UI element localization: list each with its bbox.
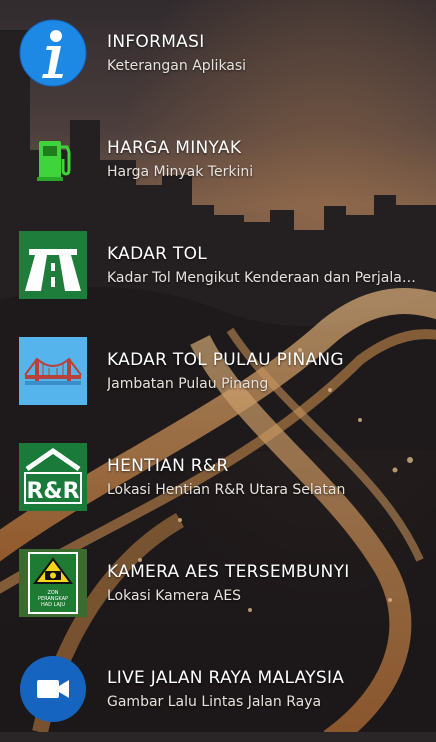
bridge-icon [19,337,87,405]
item-title: INFORMASI [107,31,205,52]
sign-text-had-laju: HAD LAJU [41,602,65,608]
fuel-pump-icon [19,125,87,193]
item-title: HENTIAN R&R [107,455,229,476]
item-subtitle: Lokasi Hentian R&R Utara Selatan [107,481,346,498]
info-icon [19,19,87,87]
item-title: LIVE JALAN RAYA MALAYSIA [107,667,345,688]
item-subtitle: Keterangan Aplikasi [107,57,247,74]
menu-item-harga-minyak[interactable]: HARGA MINYAK Harga Minyak Terkini [0,106,436,212]
speed-camera-sign-icon: ZON PERANGKAP HAD LAJU [19,549,87,617]
item-subtitle: Kadar Tol Mengikut Kenderaan dan Perjala… [107,269,416,286]
menu-item-kadar-tol-pulau-pinang[interactable]: KADAR TOL PULAU PINANG Jambatan Pulau Pi… [0,318,436,424]
menu-item-hentian-rr[interactable]: R&R HENTIAN R&R Lokasi Hentian R&R Utara… [0,424,436,530]
rr-label: R&R [26,479,79,504]
item-title: KAMERA AES TERSEMBUNYI [107,561,350,582]
item-subtitle: Jambatan Pulau Pinang [107,375,269,392]
menu-item-kamera-aes[interactable]: ZON PERANGKAP HAD LAJU KAMERA AES TERSEM… [0,530,436,636]
highway-toll-icon [19,231,87,299]
menu-item-informasi[interactable]: INFORMASI Keterangan Aplikasi [0,0,436,106]
item-title: HARGA MINYAK [107,137,242,158]
menu-item-live-jalan-raya[interactable]: LIVE JALAN RAYA MALAYSIA Gambar Lalu Lin… [0,636,436,742]
menu-item-kadar-tol[interactable]: KADAR TOL Kadar Tol Mengikut Kenderaan d… [0,212,436,318]
item-title: KADAR TOL PULAU PINANG [107,349,344,370]
menu-list: INFORMASI Keterangan Aplikasi HARGA MINY… [0,0,436,732]
rest-area-icon: R&R [19,443,87,511]
item-subtitle: Gambar Lalu Lintas Jalan Raya [107,693,322,710]
video-camera-icon [19,655,87,723]
item-title: KADAR TOL [107,243,208,264]
item-subtitle: Lokasi Kamera AES [107,587,242,604]
item-subtitle: Harga Minyak Terkini [107,163,254,180]
